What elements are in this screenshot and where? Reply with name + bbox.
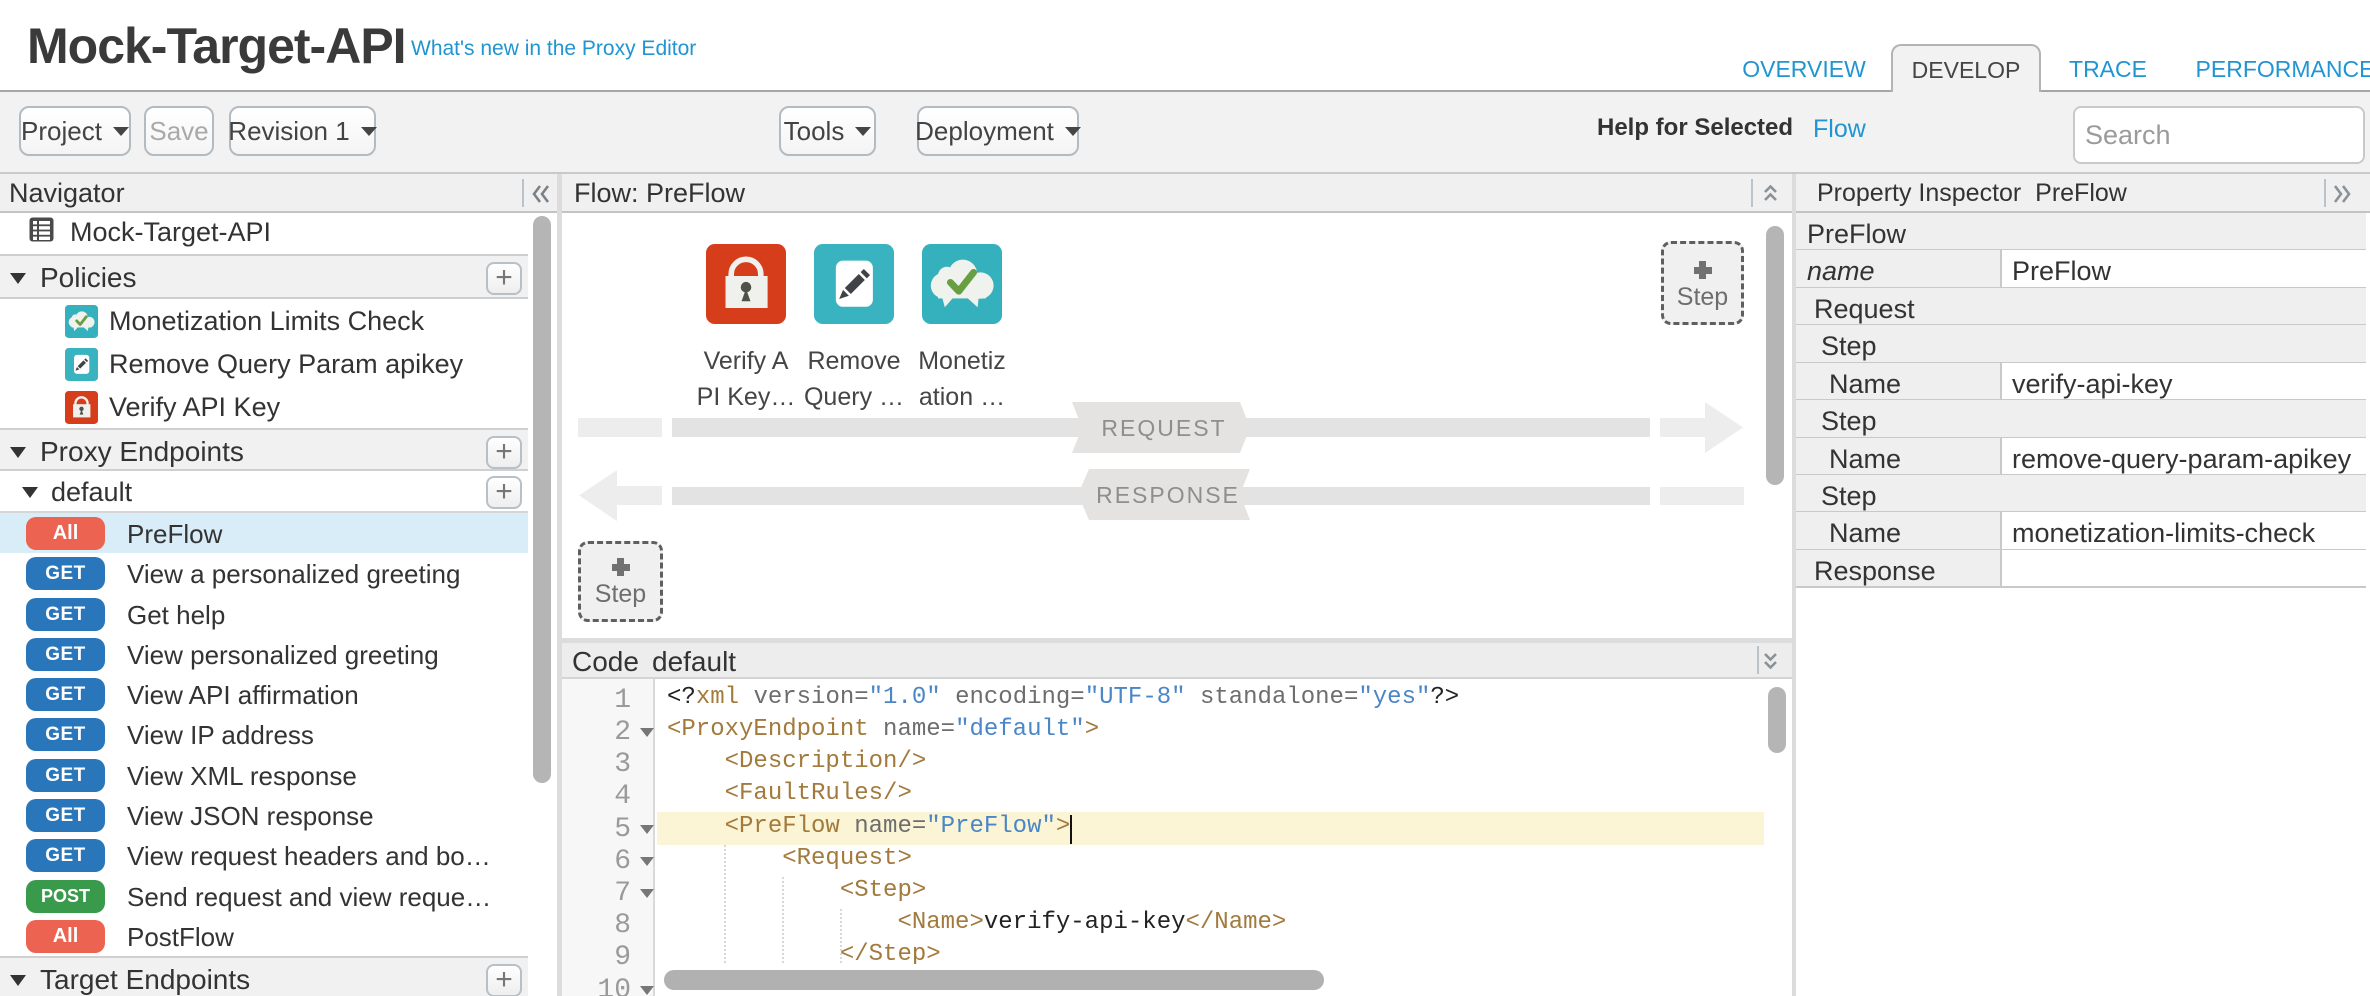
svg-text:RESPONSE: RESPONSE	[1096, 482, 1240, 508]
svg-text:REQUEST: REQUEST	[1101, 415, 1226, 441]
